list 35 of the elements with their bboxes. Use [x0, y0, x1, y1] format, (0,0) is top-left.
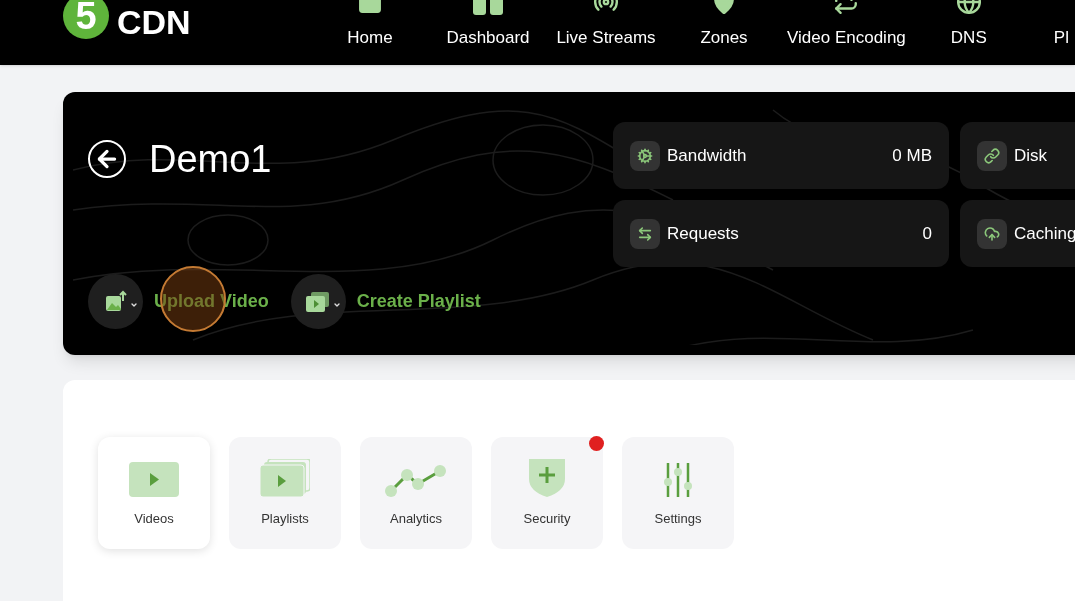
arrows-icon [637, 225, 653, 242]
shield-plus-icon [529, 459, 565, 498]
nav-link[interactable]: Video Encoding [783, 0, 910, 65]
stat-label: Requests [667, 222, 740, 245]
nav-link[interactable]: DNS [909, 0, 1028, 65]
playlist-icon [305, 290, 332, 313]
section-tile[interactable]: Security [491, 437, 603, 549]
nav-link[interactable]: Zones [665, 0, 783, 65]
caret-icon [332, 301, 341, 309]
nav-link[interactable]: Live Streams [547, 0, 665, 65]
stat-value: 0 [922, 222, 932, 245]
caret-icon [130, 301, 138, 309]
image-upload-icon [103, 289, 128, 314]
stat-label: Disk [1014, 144, 1049, 167]
logo-text: CDN [117, 5, 191, 39]
action-link[interactable]: Create Playlist [356, 288, 481, 315]
gear-icon [637, 147, 653, 164]
cloud-upload-icon [984, 225, 1000, 242]
stat-label: Caching [1014, 222, 1075, 245]
section-tile[interactable]: Videos [98, 437, 210, 549]
section-tile[interactable]: Analytics [360, 437, 472, 549]
section-tile[interactable]: Playlists [229, 437, 341, 549]
playlist-icon [260, 459, 310, 498]
line-chart-icon [385, 465, 447, 498]
nav-link[interactable]: Dashboard [429, 0, 547, 65]
video-icon [129, 462, 179, 498]
section-tile[interactable]: Settings [622, 437, 734, 549]
stat-value: 0 MB [892, 144, 932, 167]
link-icon [984, 147, 1000, 164]
nav-link[interactable]: Home [311, 0, 429, 65]
back-button[interactable] [88, 140, 126, 178]
sliders-icon [663, 463, 693, 498]
zone-title: Demo1 [149, 140, 272, 178]
nav-link[interactable]: Pl [1053, 15, 1069, 65]
stat-label: Bandwidth [667, 144, 748, 167]
